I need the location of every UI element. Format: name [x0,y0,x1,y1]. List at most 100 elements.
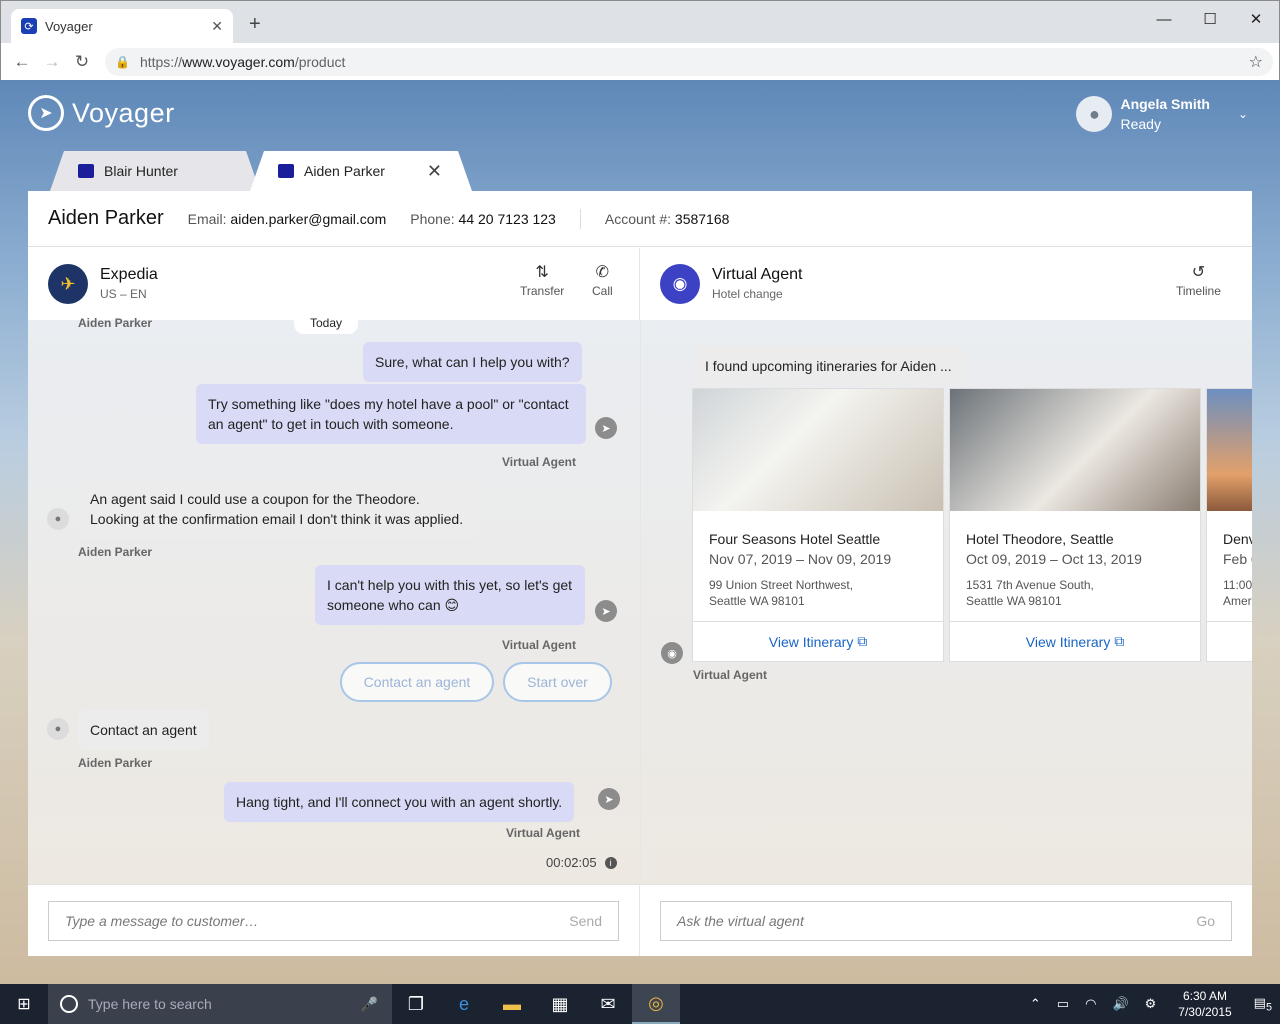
call-button[interactable]: ✆ Call [592,262,613,298]
taskbar-search[interactable]: Type here to search 🎤 [48,984,392,1024]
compass-icon: ➤ [28,95,64,131]
forward-icon[interactable]: → [43,52,61,72]
composer-bar: Type a message to customer… Send Ask the… [28,884,1252,956]
task-view-icon[interactable]: ❐ [392,984,440,1024]
go-button[interactable]: Go [1196,913,1215,929]
minimize-icon[interactable]: — [1141,1,1187,37]
ask-placeholder: Ask the virtual agent [677,913,804,929]
quick-reply-contact-agent[interactable]: Contact an agent [340,662,494,702]
tab-aiden-parker[interactable]: Aiden Parker ✕ [250,151,472,191]
mail-icon[interactable]: ✉ [584,984,632,1024]
bookmark-star-icon[interactable]: ☆ [1249,52,1263,72]
info-icon[interactable]: i [604,856,617,869]
clock-date: 7/30/2015 [1178,1005,1232,1019]
message-placeholder: Type a message to customer… [65,913,259,929]
sender-name: Virtual Agent [506,826,581,840]
stay-dates: Oct 09, 2019 – Oct 13, 2019 [966,551,1142,567]
virtual-agent-subtitle: Hotel change [712,287,783,301]
agent-message: Try something like "does my hotel have a… [196,384,586,444]
settings-gear-icon[interactable]: ⚙ [1145,996,1157,1012]
logo-text: Voyager [72,97,175,128]
back-icon[interactable]: ← [13,52,31,72]
itinerary-dates: Feb 0 [1223,551,1252,567]
volume-icon[interactable]: 🔊 [1112,996,1128,1012]
url-scheme: https:// [139,53,182,70]
voyager-favicon-icon: ⟳ [21,18,37,34]
close-window-icon[interactable]: ✕ [1233,1,1279,37]
transfer-button[interactable]: ⇅ Transfer [520,262,564,298]
chat-transcript[interactable]: Aiden Parker Today Sure, what can I help… [28,312,640,884]
search-placeholder: Type here to search [88,996,212,1012]
browser-tab[interactable]: ⟳ Voyager ✕ [11,9,233,43]
close-tab-icon[interactable]: ✕ [211,18,223,35]
edge-browser-icon[interactable]: e [440,984,488,1024]
notifications-icon[interactable]: ▤5 [1254,995,1272,1014]
reload-icon[interactable]: ↻ [73,52,91,72]
user-name: Angela Smith [1120,96,1210,112]
chat-channel-locale: US – EN [100,287,147,301]
customer-phone: Phone: 44 20 7123 123 [410,210,556,227]
hotel-room-image [950,389,1200,511]
maximize-icon[interactable]: ☐ [1187,1,1233,37]
file-explorer-icon[interactable]: ▬ [488,984,536,1024]
sender-name: Virtual Agent [502,638,577,652]
itinerary-card[interactable]: Four Seasons Hotel Seattle Nov 07, 2019 … [692,388,944,662]
agent-intro-message: I found upcoming itineraries for Aiden .… [693,346,964,386]
app-logo: ➤ Voyager [28,95,175,131]
lock-icon: 🔒 [115,54,130,69]
sender-name: Aiden Parker [78,316,153,330]
windows-start-icon[interactable]: ⊞ [0,984,48,1024]
window-controls: — ☐ ✕ [1141,1,1279,37]
view-itinerary-link[interactable]: View Itinerary ⧉ [693,621,943,661]
chevron-up-icon[interactable]: ⌃ [1030,996,1041,1012]
windows-taskbar: ⊞ Type here to search 🎤 ❐ e ▬ ▦ ✉ ◎ ⌃ ▭ … [0,984,1280,1024]
sender-name: Aiden Parker [78,756,153,770]
virtual-agent-header: ◉ Virtual Agent Hotel change ↺ Timeline [640,248,1252,320]
notification-count: 5 [1265,1001,1272,1014]
url-field[interactable]: 🔒 https://www.voyager.com/product ☆ [105,47,1273,76]
day-divider: Today [294,312,359,334]
agent-message: Sure, what can I help you with? [363,342,582,382]
divider [579,208,581,229]
user-status: Ready [1120,116,1161,132]
taskbar-clock[interactable]: 6:30 AM 7/30/2015 [1178,988,1231,1020]
hotel-address-line2: Seattle WA 98101 [966,594,1062,608]
agent-message: I can't help you with this yet, so let's… [315,565,585,625]
view-itinerary-link[interactable] [1207,621,1252,661]
quick-reply-start-over[interactable]: Start over [503,662,612,702]
robot-icon: ◉ [660,264,700,304]
chat-channel-title: Expedia [100,266,158,283]
battery-icon[interactable]: ▭ [1057,996,1069,1012]
agent-message: Hang tight, and I'll connect you with an… [224,782,575,822]
virtual-agent-input[interactable]: Ask the virtual agent Go [660,901,1232,941]
chevron-down-icon[interactable]: ⌄ [1238,107,1248,121]
itinerary-detail-line2: Ameri [1223,594,1252,608]
wifi-icon[interactable]: ◠ [1085,996,1096,1012]
external-link-icon: ⧉ [1114,633,1125,649]
chrome-browser-icon[interactable]: ◎ [632,984,680,1024]
customer-message-input[interactable]: Type a message to customer… Send [48,901,619,941]
user-menu[interactable]: ● Angela Smith Ready ⌄ [1076,94,1248,134]
customer-info-bar: Aiden Parker Email: aiden.parker@gmail.c… [28,191,1252,247]
view-itinerary-link[interactable]: View Itinerary ⧉ [950,621,1200,661]
bot-avatar-icon: ◉ [661,642,683,664]
browser-window: ⟳ Voyager ✕ + — ☐ ✕ ← → ↻ 🔒 https://www.… [0,0,1280,81]
send-button[interactable]: Send [569,913,602,929]
hotel-address-line2: Seattle WA 98101 [709,594,805,608]
itinerary-card[interactable]: Denv Feb 0 11:00 Ameri [1206,388,1252,662]
timeline-button[interactable]: ↺ Timeline [1176,262,1221,298]
itinerary-card[interactable]: Hotel Theodore, Seattle Oct 09, 2019 – O… [949,388,1201,662]
history-icon: ↺ [1191,264,1206,281]
hotel-address-line1: 1531 7th Avenue South, [966,578,1094,592]
itinerary-detail-line1: 11:00 [1223,578,1252,592]
store-icon[interactable]: ▦ [536,984,584,1024]
new-tab-icon[interactable]: + [249,13,261,36]
tab-blair-hunter[interactable]: Blair Hunter [50,151,260,191]
customer-name: Aiden Parker [48,207,164,229]
microphone-icon[interactable]: 🎤 [361,996,378,1013]
close-icon[interactable]: ✕ [427,161,442,182]
system-tray: ⌃ ▭ ◠ 🔊 ⚙ 6:30 AM 7/30/2015 ▤5 [1022,988,1280,1020]
sender-name: Aiden Parker [78,545,153,559]
virtual-agent-results[interactable]: I found upcoming itineraries for Aiden .… [640,320,1252,884]
user-avatar-icon: ● [1076,96,1113,132]
